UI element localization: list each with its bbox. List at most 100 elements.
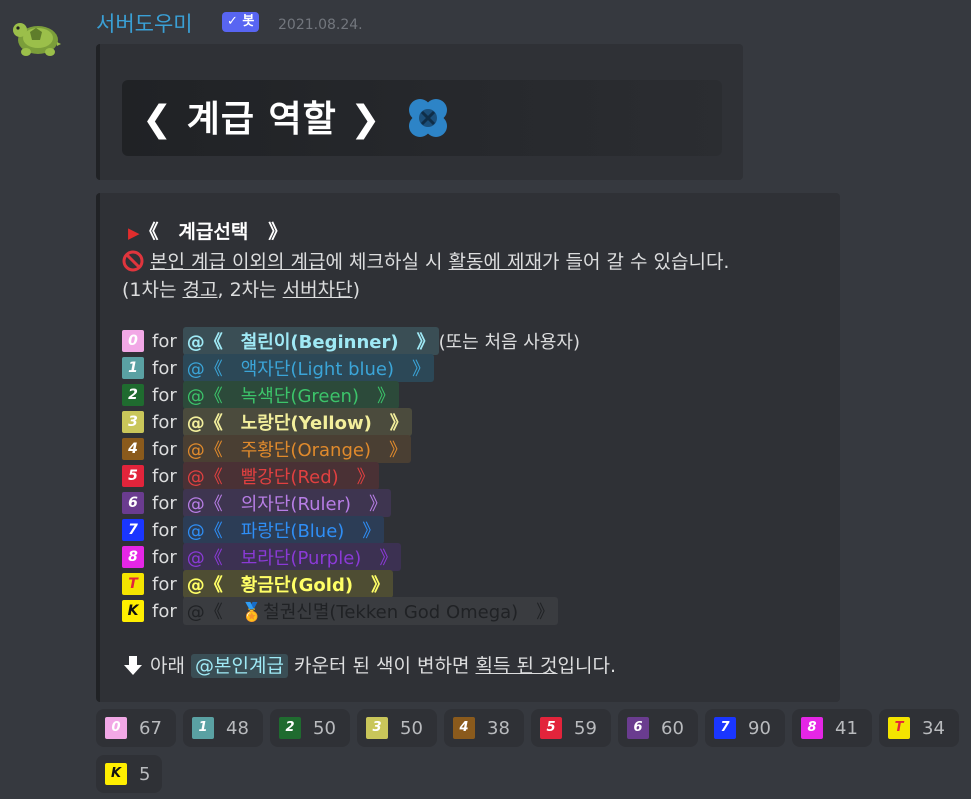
warning-line: 본인 계급 이외의 계급에 체크하실 시 활동에 제재가 들어 갈 수 있습니다… (122, 247, 729, 274)
for-label: for (152, 384, 177, 406)
reaction-button[interactable]: 6 60 (618, 709, 698, 747)
role-row: 1 for @《 액자단(Light blue) 》 (122, 354, 435, 382)
reaction-count: 48 (226, 717, 249, 739)
no-entry-icon (122, 250, 144, 272)
embed-title-text: 계급선택 (178, 221, 249, 243)
reaction-button[interactable]: K5 (96, 755, 162, 793)
for-label: for (152, 600, 177, 622)
role-row: 2 for @《 녹색단(Green) 》 (122, 381, 399, 409)
role-mention[interactable]: @《 빨강단(Red) 》 (182, 462, 379, 490)
for-label: for (152, 492, 177, 514)
reaction-button[interactable]: 3 50 (357, 709, 437, 747)
for-label: for (152, 465, 177, 487)
for-label: for (152, 519, 177, 541)
role-badge-icon: K (122, 600, 144, 622)
for-label: for (152, 573, 177, 595)
reaction-button[interactable]: 4 38 (444, 709, 524, 747)
role-row: 0 for @《 철린이(Beginner) 》 (또는 처음 사용자) (122, 327, 581, 355)
role-badge-icon: 6 (122, 492, 144, 514)
reaction-emoji-icon: 5 (540, 717, 562, 739)
footer-text-1: 아래 (144, 655, 192, 677)
role-badge-icon: 7 (122, 519, 144, 541)
role-mention[interactable]: @《 녹색단(Green) 》 (182, 381, 399, 409)
footer-underline: 획득 된 것 (475, 655, 558, 677)
reaction-emoji-icon: 2 (279, 717, 301, 739)
down-arrow-icon (124, 656, 142, 675)
banner-title: ❮ 계급 역할 ❯ (142, 99, 382, 140)
reaction-emoji-icon: T (888, 717, 910, 739)
banner-embed: ❮ 계급 역할 ❯ (96, 44, 743, 180)
role-badge-icon: 8 (122, 546, 144, 568)
for-label: for (152, 411, 177, 433)
reaction-button[interactable]: 7 90 (705, 709, 785, 747)
footer-mention[interactable]: @본인계급 (191, 654, 288, 678)
author-avatar[interactable] (10, 14, 62, 62)
role-mention[interactable]: @《 🏅철권신멸(Tekken God Omega) 》 (182, 597, 559, 625)
reaction-emoji-icon: 6 (627, 717, 649, 739)
reaction-emoji-icon: 7 (714, 717, 736, 739)
author-name[interactable]: 서버도우미 (96, 8, 193, 38)
reaction-button[interactable]: 2 50 (270, 709, 350, 747)
penalty-line: (1차는 경고, 2차는 서버차단) (122, 275, 360, 302)
for-label: for (152, 546, 177, 568)
embed-title: ▶《 계급선택 》 (128, 217, 287, 244)
warning-underline-2: 활동에 제재 (448, 251, 542, 273)
reaction-count: 50 (313, 717, 336, 739)
reaction-button[interactable]: 0 67 (96, 709, 176, 747)
role-mention[interactable]: @《 주황단(Orange) 》 (182, 435, 411, 463)
reaction-emoji-icon: 0 (105, 717, 127, 739)
reaction-count: 60 (661, 717, 684, 739)
play-arrow-icon: ▶ (128, 224, 140, 242)
title-close-bracket: 》 (268, 221, 288, 243)
role-badge-icon: T (122, 573, 144, 595)
role-row: 7 for @《 파랑단(Blue) 》 (122, 516, 385, 544)
reaction-count: 34 (922, 717, 945, 739)
role-mention[interactable]: @《 액자단(Light blue) 》 (182, 354, 435, 382)
role-badge-icon: 3 (122, 411, 144, 433)
roles-embed: ▶《 계급선택 》 본인 계급 이외의 계급에 체크하실 시 활동에 제재가 들… (96, 193, 840, 702)
reaction-button[interactable]: 8 41 (792, 709, 872, 747)
role-badge-icon: 2 (122, 384, 144, 406)
banner-image[interactable]: ❮ 계급 역할 ❯ (122, 80, 722, 156)
role-row: Kfor @《 🏅철권신멸(Tekken God Omega) 》 (122, 597, 559, 625)
role-mention[interactable]: @《 파랑단(Blue) 》 (182, 516, 385, 544)
role-mention[interactable]: @《 보라단(Purple) 》 (182, 543, 402, 571)
warning-underline-1: 본인 계급 이외의 계급 (150, 251, 326, 273)
reaction-emoji-icon: 8 (801, 717, 823, 739)
reaction-count: 59 (574, 717, 597, 739)
penalty-text-2: , 2차는 (217, 279, 283, 301)
footer-line: 아래 @본인계급 카운터 된 색이 변하면 획득 된 것입니다. (122, 651, 616, 678)
reaction-emoji-icon: K (105, 763, 127, 785)
role-mention[interactable]: @《 황금단(Gold) 》 (182, 570, 394, 598)
reaction-button[interactable]: T 34 (879, 709, 959, 747)
for-label: for (152, 357, 177, 379)
reaction-count: 38 (487, 717, 510, 739)
reaction-emoji-icon: 3 (366, 717, 388, 739)
for-label: for (152, 330, 177, 352)
reaction-count: 67 (139, 717, 162, 739)
role-badge-icon: 4 (122, 438, 144, 460)
reaction-emoji-icon: 1 (192, 717, 214, 739)
title-open-bracket: 《 (139, 221, 159, 243)
role-mention[interactable]: @《 노랑단(Yellow) 》 (182, 408, 412, 436)
role-badge-icon: 5 (122, 465, 144, 487)
reaction-button[interactable]: 1 48 (183, 709, 263, 747)
reaction-count: 90 (748, 717, 771, 739)
role-row: 3 for @《 노랑단(Yellow) 》 (122, 408, 412, 436)
role-mention[interactable]: @《 의자단(Ruler) 》 (182, 489, 392, 517)
for-label: for (152, 438, 177, 460)
role-suffix: (또는 처음 사용자) (438, 332, 581, 353)
warning-text-1: 에 체크하실 시 (325, 251, 449, 273)
role-mention[interactable]: @《 철린이(Beginner) 》 (182, 327, 439, 355)
reaction-count: 50 (400, 717, 423, 739)
turtle-icon (13, 23, 61, 56)
penalty-text-1: (1차는 (122, 279, 183, 301)
role-badge-icon: 0 (122, 330, 144, 352)
footer-text-2: 카운터 된 색이 변하면 (287, 655, 476, 677)
role-badge-icon: 1 (122, 357, 144, 379)
reaction-count: 41 (835, 717, 858, 739)
penalty-warning: 경고 (182, 279, 218, 301)
message-timestamp[interactable]: 2021.08.24. (278, 17, 363, 33)
reaction-button[interactable]: 5 59 (531, 709, 611, 747)
role-row: 5 for @《 빨강단(Red) 》 (122, 462, 379, 490)
